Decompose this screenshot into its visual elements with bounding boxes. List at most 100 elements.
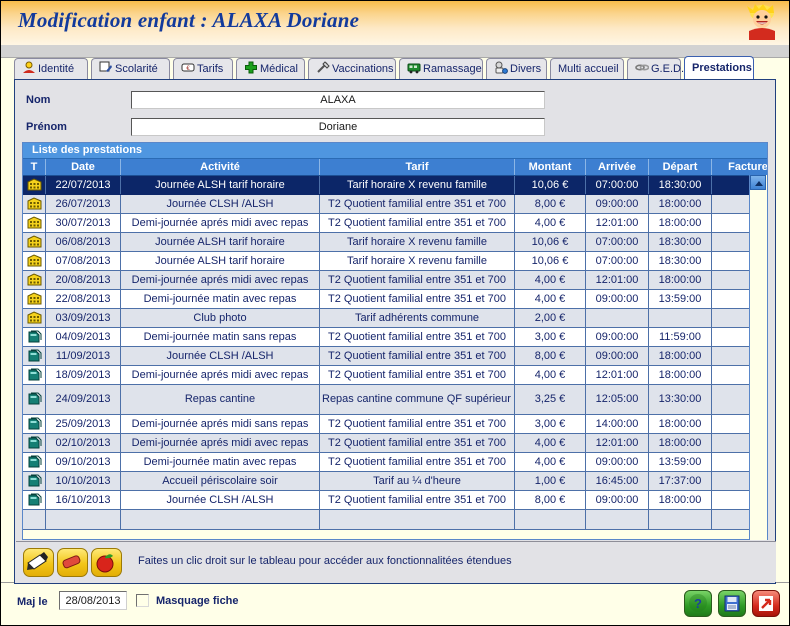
table-row[interactable]: 25/09/2013Demi-journée aprés midi sans r… bbox=[23, 415, 767, 434]
nom-input[interactable] bbox=[131, 91, 545, 109]
table-row[interactable]: 04/09/2013Demi-journée matin sans repasT… bbox=[23, 328, 767, 347]
grid-scroll-area: TDateActivitéTarifMontantArrivéeDépartFa… bbox=[23, 159, 767, 540]
help-button[interactable]: ? bbox=[684, 590, 712, 617]
school-teal-icon bbox=[23, 491, 46, 510]
cell-montant: 3,00 € bbox=[515, 415, 586, 434]
table-row[interactable]: 22/07/2013Journée ALSH tarif horaireTari… bbox=[23, 176, 767, 195]
prenom-input[interactable] bbox=[131, 118, 545, 136]
misc-icon bbox=[494, 63, 510, 75]
table-row[interactable]: 30/07/2013Demi-journée aprés midi avec r… bbox=[23, 214, 767, 233]
tab-m-dical[interactable]: Médical bbox=[236, 58, 305, 79]
cell-arrivee bbox=[586, 510, 649, 530]
cell-montant: 3,00 € bbox=[515, 328, 586, 347]
column-header-tarif[interactable]: Tarif bbox=[320, 159, 515, 176]
cell-activite: Club photo bbox=[121, 309, 320, 328]
table-row[interactable]: 02/10/2013Demi-journée aprés midi avec r… bbox=[23, 434, 767, 453]
column-header-montant[interactable]: Montant bbox=[515, 159, 586, 176]
table-row[interactable]: 10/10/2013Accueil périscolaire soirTarif… bbox=[23, 472, 767, 491]
table-row[interactable]: 06/08/2013Journée ALSH tarif horaireTari… bbox=[23, 233, 767, 252]
tab-vaccinations[interactable]: Vaccinations bbox=[308, 58, 396, 79]
cell-date: 25/09/2013 bbox=[46, 415, 121, 434]
tab-prestations[interactable]: Prestations bbox=[684, 56, 754, 79]
grid-caption: Liste des prestations bbox=[23, 143, 767, 159]
column-header-arriv-e[interactable]: Arrivée bbox=[586, 159, 649, 176]
table-row[interactable]: 24/09/2013Repas cantineRepas cantine com… bbox=[23, 385, 767, 415]
cell-arrivee: 14:00:00 bbox=[586, 415, 649, 434]
cell-date: 06/08/2013 bbox=[46, 233, 121, 252]
table-row-empty[interactable] bbox=[23, 510, 767, 530]
cell-montant: 3,25 € bbox=[515, 385, 586, 415]
cell-activite: Journée ALSH tarif horaire bbox=[121, 233, 320, 252]
scroll-up-button[interactable] bbox=[750, 175, 766, 190]
tab-label: Scolarité bbox=[115, 63, 158, 75]
tab-identit[interactable]: Identité bbox=[14, 58, 88, 79]
building-yellow-icon bbox=[23, 290, 46, 309]
table-row[interactable]: 07/08/2013Journée ALSH tarif horaireTari… bbox=[23, 252, 767, 271]
column-header-facture[interactable]: Facture bbox=[712, 159, 768, 176]
exit-button[interactable] bbox=[752, 590, 780, 617]
eraser-button[interactable] bbox=[57, 548, 88, 577]
masquage-checkbox[interactable] bbox=[136, 594, 149, 607]
vertical-scrollbar[interactable] bbox=[749, 175, 767, 540]
table-row[interactable]: 20/08/2013Demi-journée aprés midi avec r… bbox=[23, 271, 767, 290]
school-board-icon bbox=[99, 63, 115, 75]
tab-ramassage[interactable]: Ramassage bbox=[399, 58, 483, 79]
maj-label: Maj le bbox=[17, 596, 48, 608]
cell-depart: 18:00:00 bbox=[649, 271, 712, 290]
cell-depart: 13:30:00 bbox=[649, 385, 712, 415]
school-teal-icon bbox=[23, 385, 46, 415]
table-row[interactable]: 16/10/2013Journée CLSH /ALSHT2 Quotient … bbox=[23, 491, 767, 510]
table-row[interactable]: 11/09/2013Journée CLSH /ALSHT2 Quotient … bbox=[23, 347, 767, 366]
application-window: Modification enfant : ALAXA Doriane Iden… bbox=[0, 0, 790, 626]
cell-activite: Demi-journée matin avec repas bbox=[121, 290, 320, 309]
cell-arrivee: 12:01:00 bbox=[586, 434, 649, 453]
table-row[interactable]: 22/08/2013Demi-journée matin avec repasT… bbox=[23, 290, 767, 309]
column-header-activit-[interactable]: Activité bbox=[121, 159, 320, 176]
school-teal-icon bbox=[23, 366, 46, 385]
save-button[interactable] bbox=[718, 590, 746, 617]
school-teal-icon bbox=[23, 472, 46, 491]
table-row[interactable]: 18/09/2013Demi-journée aprés midi avec r… bbox=[23, 366, 767, 385]
tab-tarifs[interactable]: €Tarifs bbox=[173, 58, 233, 79]
cell-depart bbox=[649, 510, 712, 530]
column-header-d-part[interactable]: Départ bbox=[649, 159, 712, 176]
cell-date: 04/09/2013 bbox=[46, 328, 121, 347]
cell-arrivee: 12:05:00 bbox=[586, 385, 649, 415]
green-bus-icon bbox=[407, 63, 423, 75]
table-row[interactable]: 09/10/2013Demi-journée matin avec repasT… bbox=[23, 453, 767, 472]
column-header-date[interactable]: Date bbox=[46, 159, 121, 176]
cell-date: 16/10/2013 bbox=[46, 491, 121, 510]
link-icon bbox=[635, 63, 651, 75]
nom-label: Nom bbox=[26, 94, 50, 106]
grid-toolbar: Faites un clic droit sur le tableau pour… bbox=[16, 541, 776, 582]
tab-bar: Identité Scolarité €TarifsMédicalVaccinati… bbox=[14, 58, 776, 80]
row-icon-empty bbox=[23, 510, 46, 530]
cell-depart: 17:37:00 bbox=[649, 472, 712, 491]
tab-g-e-d[interactable]: G.E.D. bbox=[627, 58, 681, 79]
table-row[interactable]: 03/09/2013Club photoTarif adhérents comm… bbox=[23, 309, 767, 328]
table-row[interactable]: 26/07/2013Journée CLSH /ALSHT2 Quotient … bbox=[23, 195, 767, 214]
tab-divers[interactable]: Divers bbox=[486, 58, 547, 79]
building-yellow-icon bbox=[23, 214, 46, 233]
cell-arrivee bbox=[586, 309, 649, 328]
cell-activite: Demi-journée matin avec repas bbox=[121, 453, 320, 472]
cell-montant: 4,00 € bbox=[515, 290, 586, 309]
cell-montant: 8,00 € bbox=[515, 491, 586, 510]
tab-label: G.E.D. bbox=[651, 63, 684, 75]
tab-label: Prestations bbox=[692, 62, 752, 74]
cell-arrivee: 09:00:00 bbox=[586, 347, 649, 366]
cell-tarif: T2 Quotient familial entre 351 et 700 bbox=[320, 214, 515, 233]
cell-tarif: T2 Quotient familial entre 351 et 700 bbox=[320, 434, 515, 453]
tab-multi-accueil[interactable]: Multi accueil bbox=[550, 58, 624, 79]
building-yellow-icon bbox=[23, 176, 46, 195]
column-header-t[interactable]: T bbox=[23, 159, 46, 176]
maj-date-input[interactable] bbox=[59, 591, 127, 610]
tab-scolarit[interactable]: Scolarité bbox=[91, 58, 170, 79]
apple-button[interactable] bbox=[91, 548, 122, 577]
child-face-icon bbox=[745, 4, 779, 40]
building-yellow-icon bbox=[23, 271, 46, 290]
masquage-label: Masquage fiche bbox=[156, 595, 239, 607]
edit-pen-button[interactable] bbox=[23, 548, 54, 577]
school-teal-icon bbox=[23, 415, 46, 434]
cell-date: 18/09/2013 bbox=[46, 366, 121, 385]
